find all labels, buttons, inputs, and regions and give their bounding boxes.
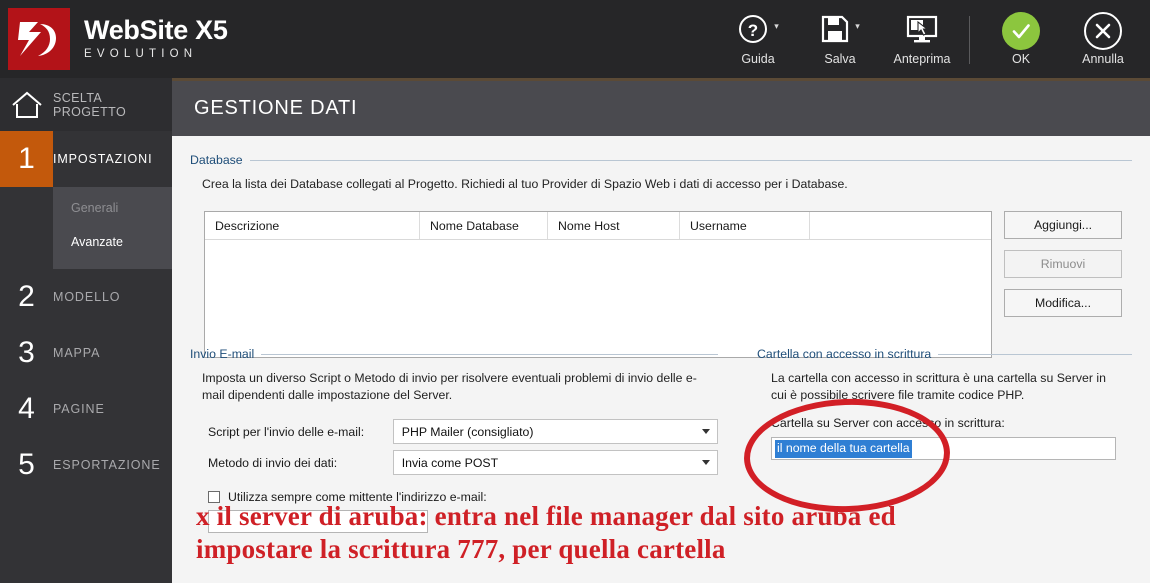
writable-folder-input[interactable]: il nome della tua cartella: [771, 437, 1116, 460]
sender-checkbox[interactable]: [208, 491, 220, 503]
database-group: Database Crea la lista dei Database coll…: [190, 153, 1132, 193]
sidebar-item-impostazioni-number: 1: [0, 131, 53, 187]
email-legend-label: Invio E-mail: [190, 347, 255, 361]
sidebar-item-impostazioni-label: IMPOSTAZIONI: [53, 152, 153, 166]
legend-rule: [261, 353, 718, 355]
sidebar-item-mappa-number: 3: [18, 336, 35, 369]
page-header: GESTIONE DATI: [172, 78, 1150, 136]
floppy-save-icon: [820, 14, 850, 49]
toolbar-guida-label: Guida: [741, 52, 775, 66]
toolbar-salva-label: Salva: [824, 52, 856, 66]
column-header-nome-host[interactable]: Nome Host: [548, 212, 680, 239]
writable-folder-field-label: Cartella su Server con accesso in scritt…: [771, 416, 1005, 430]
chevron-down-icon: [702, 460, 710, 465]
sidebar: SCELTA PROGETTO 1 IMPOSTAZIONI Generali …: [0, 78, 172, 583]
toolbar-salva-button[interactable]: ▾ Salva: [799, 6, 881, 66]
writable-folder-legend-label: Cartella con accesso in scrittura: [757, 347, 932, 361]
sidebar-item-pagine-label: PAGINE: [53, 402, 105, 416]
brand-logo: WebSite X5 EVOLUTION: [8, 8, 228, 70]
close-circle-icon: [1084, 12, 1122, 50]
method-field-label: Metodo di invio dei dati:: [208, 455, 338, 470]
writable-folder-input-value: il nome della tua cartella: [775, 439, 912, 458]
toolbar-annulla-button[interactable]: Annulla: [1062, 6, 1144, 66]
modifica-button[interactable]: Modifica...: [1004, 289, 1122, 317]
writable-folder-description: La cartella con accesso in scrittura è u…: [771, 371, 1106, 402]
sender-email-input[interactable]: [208, 510, 428, 533]
brand-subtitle: EVOLUTION: [84, 48, 198, 61]
toolbar-annulla-label: Annulla: [1082, 52, 1124, 66]
main-content: GESTIONE DATI Database Crea la lista dei…: [172, 78, 1150, 583]
brand-title: WebSite X5: [84, 15, 228, 46]
sender-checkbox-label: Utilizza sempre come mittente l'indirizz…: [228, 490, 487, 504]
sidebar-item-scelta-progetto[interactable]: SCELTA PROGETTO: [0, 78, 172, 131]
sidebar-item-modello-label: MODELLO: [53, 290, 121, 304]
sidebar-subitem-generali[interactable]: Generali: [53, 191, 172, 225]
toolbar-anteprima-button[interactable]: Anteprima: [881, 6, 963, 66]
toolbar-guida-button[interactable]: ? ▾ Guida: [717, 6, 799, 66]
chevron-down-icon[interactable]: ▾: [855, 21, 860, 32]
toolbar-ok-button[interactable]: OK: [980, 6, 1062, 66]
chevron-down-icon[interactable]: ▾: [774, 21, 779, 32]
check-circle-icon: [1002, 12, 1040, 50]
rimuovi-button[interactable]: Rimuovi: [1004, 250, 1122, 278]
column-header-extra[interactable]: [810, 212, 991, 239]
database-actions: Aggiungi... Rimuovi Modifica...: [1004, 211, 1122, 317]
database-table[interactable]: Descrizione Nome Database Nome Host User…: [204, 211, 992, 358]
sidebar-item-pagine[interactable]: 4 PAGINE: [0, 381, 172, 437]
sidebar-item-modello[interactable]: 2 MODELLO: [0, 269, 172, 325]
sidebar-item-modello-number: 2: [18, 280, 35, 313]
legend-rule: [938, 353, 1132, 355]
sidebar-item-esportazione-number: 5: [18, 448, 35, 481]
legend-rule: [249, 159, 1132, 161]
email-legend: Invio E-mail: [190, 347, 718, 361]
toolbar-ok-label: OK: [1011, 52, 1031, 66]
sidebar-item-impostazioni[interactable]: 1 IMPOSTAZIONI: [0, 131, 172, 187]
column-header-descrizione[interactable]: Descrizione: [205, 212, 420, 239]
home-icon: [0, 89, 53, 121]
database-table-header: Descrizione Nome Database Nome Host User…: [205, 212, 991, 240]
monitor-preview-icon: [905, 14, 939, 49]
writable-folder-group: Cartella con accesso in scrittura La car…: [757, 347, 1132, 460]
x5-logo-icon: [8, 8, 70, 70]
sidebar-item-esportazione[interactable]: 5 ESPORTAZIONE: [0, 437, 172, 493]
help-question-icon: ?: [737, 13, 769, 50]
script-field-label: Script per l'invio delle e-mail:: [208, 424, 365, 439]
svg-text:?: ?: [748, 21, 758, 40]
sidebar-home-label-line2: PROGETTO: [53, 104, 127, 119]
script-select[interactable]: PHP Mailer (consigliato): [392, 419, 718, 444]
method-select[interactable]: Invia come POST: [392, 450, 718, 475]
toolbar-anteprima-label: Anteprima: [893, 52, 951, 66]
sidebar-item-pagine-number: 4: [18, 392, 35, 425]
top-toolbar: WebSite X5 EVOLUTION ? ▾ Guida ▾ Salva A…: [0, 0, 1150, 78]
sidebar-subpanel: Generali Avanzate: [53, 187, 172, 269]
script-select-value: PHP Mailer (consigliato): [401, 424, 534, 439]
database-legend: Database: [190, 153, 1132, 167]
app-window: WebSite X5 EVOLUTION ? ▾ Guida ▾ Salva A…: [0, 0, 1150, 583]
database-description: Crea la lista dei Database collegati al …: [202, 177, 848, 191]
sidebar-home-label-line1: SCELTA: [53, 90, 103, 105]
column-header-username[interactable]: Username: [680, 212, 810, 239]
sidebar-subitem-avanzate[interactable]: Avanzate: [53, 225, 172, 259]
sidebar-item-mappa[interactable]: 3 MAPPA: [0, 325, 172, 381]
page-title: GESTIONE DATI: [194, 97, 358, 119]
email-description: Imposta un diverso Script o Metodo di in…: [202, 371, 697, 402]
email-group: Invio E-mail Imposta un diverso Script o…: [190, 347, 718, 533]
method-select-value: Invia come POST: [401, 455, 499, 470]
writable-folder-legend: Cartella con accesso in scrittura: [757, 347, 1132, 361]
toolbar-divider: [969, 16, 970, 64]
sidebar-item-esportazione-label: ESPORTAZIONE: [53, 458, 161, 472]
sidebar-item-mappa-label: MAPPA: [53, 346, 101, 360]
database-legend-label: Database: [190, 153, 243, 167]
toolbar-actions: ? ▾ Guida ▾ Salva Anteprima OK Annulla: [717, 6, 1144, 76]
chevron-down-icon: [702, 429, 710, 434]
aggiungi-button[interactable]: Aggiungi...: [1004, 211, 1122, 239]
column-header-nome-database[interactable]: Nome Database: [420, 212, 548, 239]
